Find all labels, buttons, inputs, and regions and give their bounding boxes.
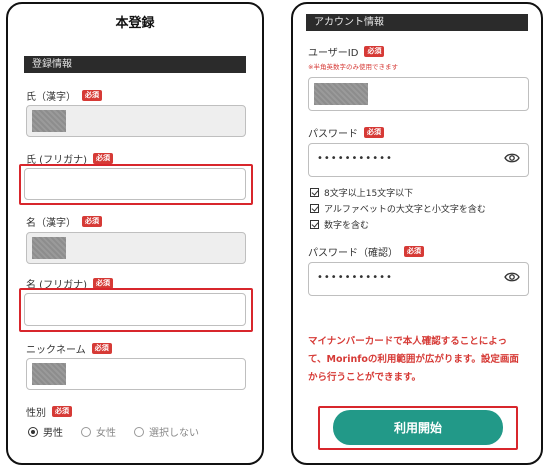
last-name-kana-field[interactable] [24,168,246,200]
my-number-notice: マイナンバーカードで本人確認することによっ て、Morinfoの利用範囲が広がり… [308,333,519,387]
first-name-kanji-field[interactable] [26,232,246,264]
password-confirm-value: ••••••••••• [317,272,393,283]
first-name-kanji-label: 名（漢字） 必須 [26,214,102,229]
user-id-field[interactable] [308,77,529,111]
password-rule-digit: 数字を含む [310,218,369,231]
notice-line: て、Morinfoの利用範囲が広がります。設定画面 [308,354,519,365]
radio-empty-icon [81,426,91,437]
gender-option-label: 選択しない [149,428,199,439]
password-field[interactable]: ••••••••••• [308,143,529,177]
required-badge: 必須 [82,216,102,227]
notice-line: から行うことができます。 [308,372,422,383]
required-badge: 必須 [364,46,385,57]
user-id-hint: ※半角英数字のみ使用できます [308,63,398,71]
required-badge: 必須 [91,343,112,354]
nickname-label: ニックネーム 必須 [26,341,112,356]
checkbox-checked-icon [310,220,319,229]
eye-icon[interactable] [504,152,520,164]
gender-option-label: 女性 [96,428,116,439]
masked-value [32,110,66,132]
checkbox-checked-icon [310,188,319,197]
gender-label-text: 性別 [26,408,46,419]
nickname-field[interactable] [26,358,246,390]
required-badge: 必須 [364,127,384,138]
gender-radio-male[interactable]: 男性 [28,424,63,439]
password-rule-case: アルファベットの大文字と小文字を含む [310,202,486,215]
checkbox-checked-icon [310,204,319,213]
nickname-label-text: ニックネーム [26,345,86,356]
gender-option-label: 男性 [43,428,63,439]
required-badge: 必須 [52,406,72,417]
gender-label: 性別 必須 [26,404,72,419]
radio-selected-icon [28,426,38,437]
radio-empty-icon [134,426,144,437]
gender-radio-group: 男性 女性 選択しない [28,424,217,439]
password-label: パスワード 必須 [308,125,384,140]
password-rule-length: 8文字以上15文字以下 [310,186,413,199]
user-id-label-text: ユーザーID [308,48,359,59]
start-button[interactable]: 利用開始 [333,410,503,445]
registration-screen: 本登録 登録情報 氏（漢字） 必須 氏 (フリガナ) 必須 名（漢字） 必須 名… [6,2,264,465]
required-badge: 必須 [92,153,113,164]
user-id-label: ユーザーID 必須 [308,44,385,59]
masked-value [314,83,368,105]
first-name-kanji-label-text: 名（漢字） [26,218,76,229]
password-label-text: パスワード [308,129,358,140]
last-name-kanji-field[interactable] [26,105,246,137]
masked-value [32,363,66,385]
required-badge: 必須 [82,90,102,101]
eye-icon[interactable] [504,271,520,283]
section-header-registration: 登録情報 [24,56,246,73]
password-rule-text: 8文字以上15文字以下 [324,189,414,199]
last-name-kanji-label: 氏（漢字） 必須 [26,88,102,103]
password-confirm-label: パスワード（確認） 必須 [308,244,424,259]
password-confirm-label-text: パスワード（確認） [308,248,398,259]
account-screen: アカウント情報 ユーザーID 必須 ※半角英数字のみ使用できます パスワード 必… [291,2,543,465]
page-title: 本登録 [115,16,155,31]
password-rule-text: アルファベットの大文字と小文字を含む [324,205,486,215]
password-value: ••••••••••• [317,153,393,164]
password-confirm-field[interactable]: ••••••••••• [308,262,529,296]
password-rule-text: 数字を含む [324,221,370,231]
masked-value [32,237,66,259]
last-name-kanji-label-text: 氏（漢字） [26,92,76,103]
notice-line: マイナンバーカードで本人確認することによっ [308,336,508,347]
gender-radio-none[interactable]: 選択しない [134,424,199,439]
section-header-account: アカウント情報 [306,14,528,31]
required-badge: 必須 [404,246,424,257]
first-name-kana-field[interactable] [24,293,246,326]
gender-radio-female[interactable]: 女性 [81,424,116,439]
